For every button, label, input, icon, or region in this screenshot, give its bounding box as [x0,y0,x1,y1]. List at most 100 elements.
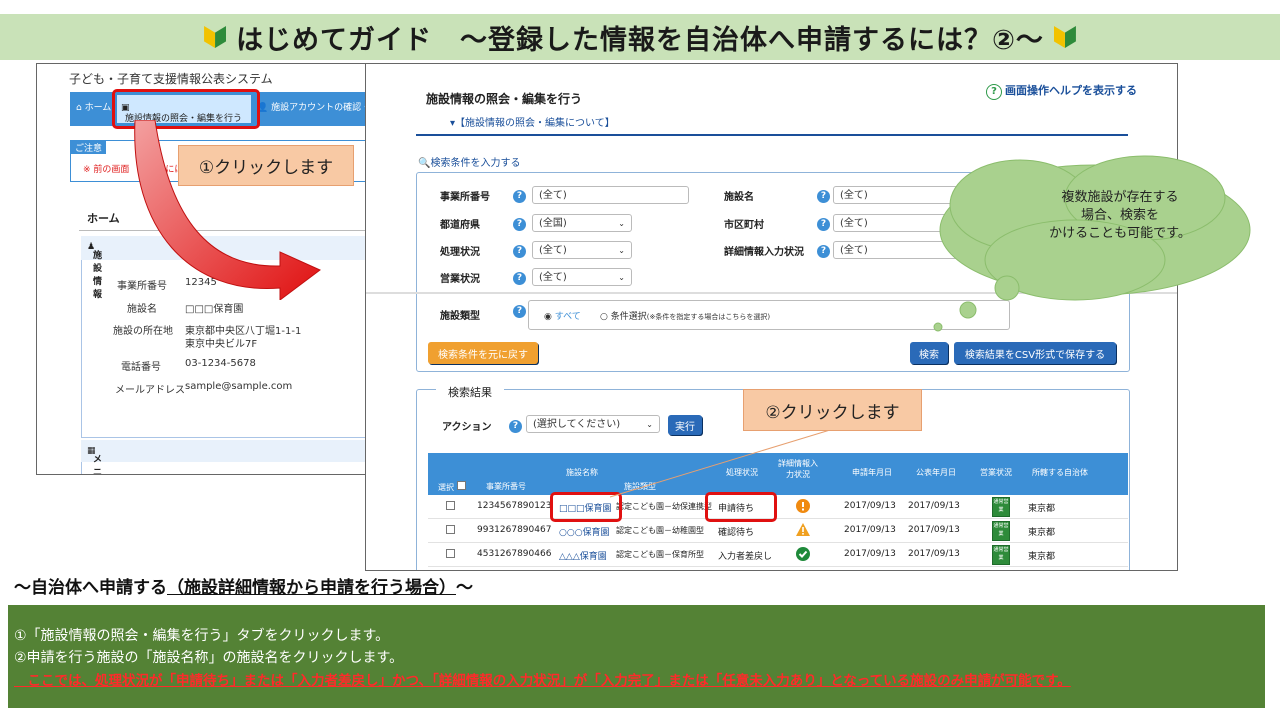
results-title: 検索結果 [436,384,504,400]
beginner-mark-icon [1053,24,1076,50]
col-published-date[interactable]: 公表年月日 [916,467,956,478]
facility-name-link[interactable]: △△△保育園 [559,549,607,562]
system-title: 子ども・子育て支援情報公表システム [69,72,273,86]
home-heading: ホーム [87,212,120,225]
table-row: 4531267890466 △△△保育園 認定こども園－保育所型 入力者差戻し … [428,543,1128,567]
radio-select[interactable]: ○ 条件選択(※条件を指定する場合はこちらを選択) [600,309,770,322]
business-status-select[interactable]: (全て) ⌄ [532,268,632,286]
business-badge: 通常営業 [992,497,1010,517]
process-status-select[interactable]: (全て) ⌄ [532,241,632,259]
field-label: 施設名 [127,304,157,315]
step2-callout: ②クリックします [743,389,922,431]
cell-applied: 2017/09/13 [844,525,896,535]
row-checkbox[interactable] [446,549,455,558]
col-business-status[interactable]: 営業状況 [980,467,1012,478]
reset-button[interactable]: 検索条件を元に戻す [428,342,538,364]
cell-office-no: 4531267890466 [477,549,552,559]
business-badge: 通常営業 [992,521,1010,541]
label-facility-name: 施設名 [724,192,754,203]
cell-type: 認定こども園－幼稚園型 [616,526,704,535]
tab-account[interactable]: 👤 施設アカウントの確認・編 [257,100,373,113]
field-label: 電話番号 [121,362,161,373]
cell-published: 2017/09/13 [908,501,960,511]
row-checkbox[interactable] [446,501,455,510]
field-value: □□□保育園 [185,304,244,315]
label-process-status: 処理状況 [440,247,480,258]
screen-title: 施設情報の照会・編集を行う [426,92,583,106]
col-applied-date[interactable]: 申請年月日 [852,467,892,478]
chevron-down-icon: ⌄ [618,246,625,255]
search-button[interactable]: 検索 [910,342,948,364]
cell-published: 2017/09/13 [908,549,960,559]
cell-authority: 東京都 [1028,504,1056,514]
help-icon[interactable]: ? [513,218,526,231]
radio-all[interactable]: ◉ すべて [544,309,581,322]
menu-header: ▦ メニュー説明 [81,440,373,474]
table-row: 9931267890467 ○○○保育園 認定こども園－幼稚園型 確認待ち 20… [428,519,1128,543]
instruction-step1: ①「施設情報の照会・編集を行う」タブをクリックします。 [14,628,390,644]
field-value: 03-1234-5678 [185,358,256,369]
page-title: はじめてガイド ～登録した情報を自治体へ申請するには？②～ [236,24,1044,56]
csv-export-button[interactable]: 検索結果をCSV形式で保存する [954,342,1116,364]
col-office-no[interactable]: 事業所番号 [486,481,526,492]
cell-authority: 東京都 [1028,528,1056,538]
about-link[interactable]: ▾【施設情報の照会・編集について】 [450,114,615,129]
col-facility-name[interactable]: 施設名称 [566,467,598,478]
thought-cloud-icon [933,155,1251,332]
label-prefecture: 都道府県 [440,220,480,231]
instruction-step2: ②申請を行う施設の「施設名称」の施設名をクリックします。 [14,650,404,666]
cell-applied: 2017/09/13 [844,501,896,511]
label-business-status: 営業状況 [440,274,480,285]
help-link[interactable]: ? 画面操作ヘルプを表示する [986,82,1137,100]
help-icon[interactable]: ? [817,190,830,203]
select-all-checkbox[interactable] [456,481,466,490]
office-no-input[interactable]: (全て) [532,186,689,204]
field-label: メールアドレス [115,385,185,396]
step1-callout: ①クリックします [178,145,354,186]
cell-authority: 東京都 [1028,552,1056,562]
instruction-note: ここでは、処理状況が「申請待ち」または「入力者差戻し」かつ、「詳細情報の入力状況… [14,673,1071,689]
cell-published: 2017/09/13 [908,525,960,535]
section-caption: ～自治体へ申請する（施設詳細情報から申請を行う場合）～ [14,578,473,598]
divider [416,134,1128,136]
beginner-mark-icon [204,24,227,50]
caution-triangle-icon [796,523,810,536]
field-label: 施設の所在地 [113,326,173,337]
cell-type: 認定こども園－保育所型 [616,550,704,559]
label-office-no: 事業所番号 [440,192,490,203]
facility-name-link[interactable]: ○○○保育園 [559,525,610,538]
chevron-down-icon: ⌄ [618,219,625,228]
label-city: 市区町村 [724,220,764,231]
notice-header: ご注意 [71,141,107,154]
help-icon[interactable]: ? [513,305,526,318]
field-value: 東京中央ビル7F [185,339,258,350]
cloud-text: 複数施設が存在する 場合、検索を かけることも可能です。 [1049,190,1191,241]
cell-status: 確認待ち [718,528,755,538]
help-icon[interactable]: ? [817,218,830,231]
search-toggle[interactable]: 🔍検索条件を入力する [418,154,520,169]
pointer-line [609,429,831,498]
cell-office-no: 1234567890123 [477,501,552,511]
tab-home[interactable]: ⌂ ホーム [76,100,111,113]
field-value: sample@sample.com [185,381,293,392]
help-icon[interactable]: ? [509,420,522,433]
check-green-icon [796,547,810,561]
title-banner: はじめてガイド ～登録した情報を自治体へ申請するには？②～ [0,14,1280,60]
chevron-down-icon: ⌄ [618,273,625,282]
search-icon: 🔍 [418,158,431,169]
cell-applied: 2017/09/13 [844,549,896,559]
help-icon[interactable]: ? [513,272,526,285]
help-icon[interactable]: ? [513,190,526,203]
label-detail-status: 詳細情報入力状況 [724,247,804,258]
row-checkbox[interactable] [446,525,455,534]
cell-status: 入力者差戻し [718,552,773,562]
prefecture-select[interactable]: (全国) ⌄ [532,214,632,232]
business-badge: 通常営業 [992,545,1010,565]
help-icon: ? [986,84,1002,100]
label-action: アクション [442,422,492,433]
help-icon[interactable]: ? [513,245,526,258]
help-icon[interactable]: ? [817,245,830,258]
cell-office-no: 9931267890467 [477,525,552,535]
col-authority[interactable]: 所轄する自治体 [1032,467,1088,478]
label-facility-type: 施設類型 [440,311,480,322]
